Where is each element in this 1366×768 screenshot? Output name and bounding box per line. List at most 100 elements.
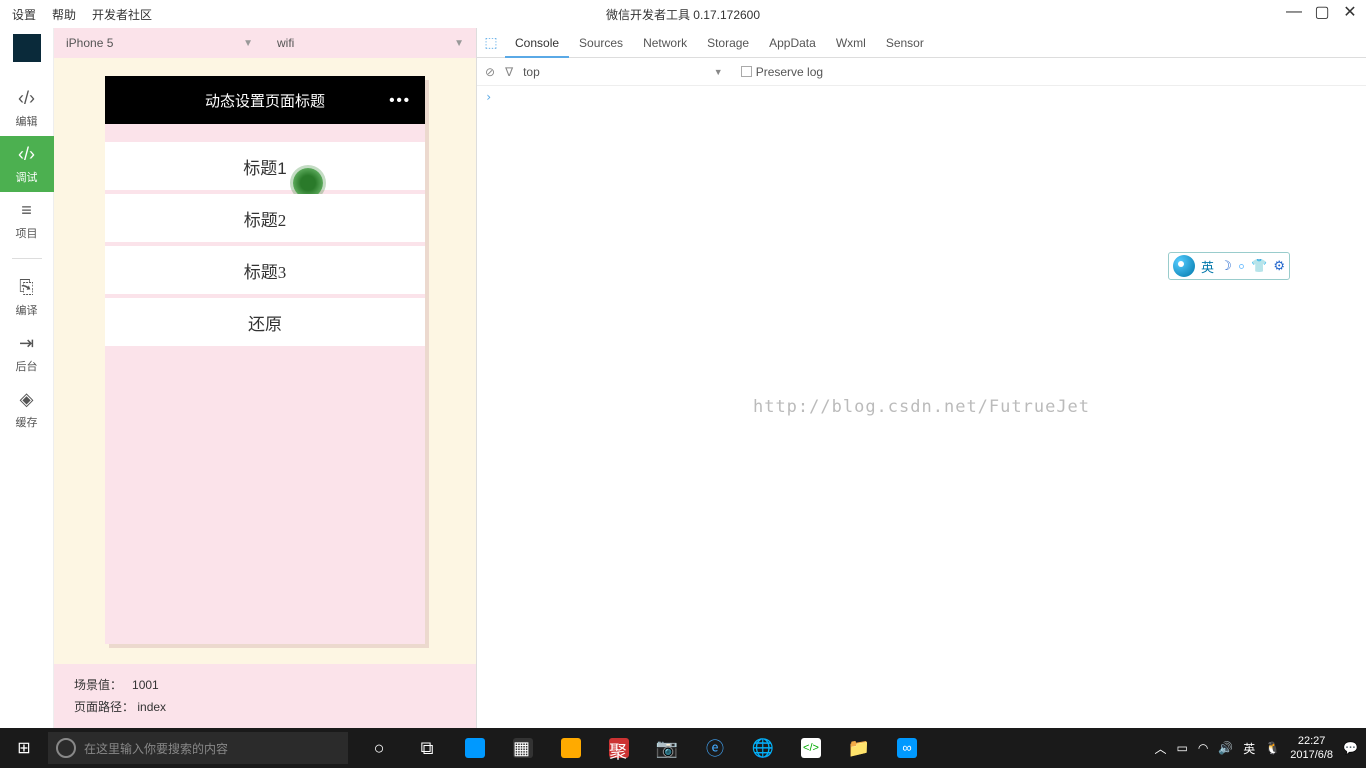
tool-cache[interactable]: ◈ 缓存: [0, 381, 54, 437]
chevron-down-icon: ▼: [714, 67, 723, 77]
close-icon[interactable]: ✕: [1342, 4, 1358, 20]
tab-network[interactable]: Network: [633, 28, 697, 58]
camera-icon[interactable]: 📷: [644, 728, 690, 768]
chevron-down-icon: ▼: [243, 38, 253, 49]
preserve-label: Preserve log: [756, 65, 823, 79]
code-icon: ‹/›: [18, 88, 35, 109]
more-horizontal-icon[interactable]: •••: [389, 92, 411, 109]
list-icon: ≡: [21, 200, 32, 221]
list-item[interactable]: 标题3: [105, 246, 425, 294]
volume-icon[interactable]: 🔊: [1218, 741, 1233, 755]
tab-sources[interactable]: Sources: [569, 28, 633, 58]
tool-label: 编译: [16, 302, 38, 318]
simulator-header: iPhone 5 ▼ wifi ▼: [54, 28, 476, 58]
moon-icon[interactable]: ☽: [1220, 258, 1232, 274]
console-prompt-icon: ›: [485, 90, 492, 104]
search-icon: [56, 738, 76, 758]
inspect-icon[interactable]: ⬚: [477, 34, 505, 51]
device-select[interactable]: iPhone 5 ▼: [54, 28, 265, 58]
tool-project[interactable]: ≡ 项目: [0, 192, 54, 248]
ime-widget[interactable]: 英 ☽ ⸰ 👕 ⚙: [1168, 252, 1290, 280]
tab-wxml[interactable]: Wxml: [826, 28, 876, 58]
scene-value: 1001: [132, 678, 159, 692]
tool-edit[interactable]: ‹/› 编辑: [0, 80, 54, 136]
gear-icon[interactable]: ⚙: [1273, 258, 1285, 274]
scene-label: 场景值：: [74, 678, 122, 692]
taskbar-apps: ○ ⧉ ▦ 聚 📷 ⓔ 🌐 </> 📁 ∞: [356, 728, 930, 768]
taskview-icon[interactable]: ⧉: [404, 728, 450, 768]
tool-label: 缓存: [16, 414, 38, 430]
shirt-icon[interactable]: 👕: [1251, 258, 1267, 274]
app-icon[interactable]: [452, 728, 498, 768]
devtools-panel: ⬚ Console Sources Network Storage AppDat…: [476, 28, 1366, 728]
ime-lang: 英: [1201, 257, 1214, 276]
wifi-icon[interactable]: ◠: [1198, 741, 1208, 755]
simulator-footer: 场景值： 1001 页面路径： index: [54, 664, 476, 728]
notifications-icon[interactable]: 💬: [1343, 741, 1358, 755]
scope-value: top: [523, 65, 540, 79]
tab-storage[interactable]: Storage: [697, 28, 759, 58]
start-button[interactable]: ⊞: [0, 728, 48, 768]
cortana-icon[interactable]: ○: [356, 728, 402, 768]
row-label: 标题1: [243, 154, 286, 179]
ime-mascot-icon: [1173, 255, 1195, 277]
menu-settings[interactable]: 设置: [12, 6, 36, 23]
list-item[interactable]: 标题2: [105, 194, 425, 242]
console-body[interactable]: › http://blog.csdn.net/FutrueJet: [477, 86, 1366, 728]
battery-icon[interactable]: ▭: [1176, 741, 1187, 755]
tray-chevron-icon[interactable]: ︿: [1154, 740, 1166, 757]
app-icon[interactable]: 聚: [596, 728, 642, 768]
tool-background[interactable]: ⇥ 后台: [0, 325, 54, 381]
path-value: index: [137, 700, 166, 714]
network-value: wifi: [277, 36, 294, 50]
background-icon: ⇥: [19, 333, 34, 354]
maximize-icon[interactable]: ▢: [1314, 4, 1330, 20]
simulator-panel: iPhone 5 ▼ wifi ▼ 动态设置页面标题 ••• 标题1: [54, 28, 476, 728]
ime-lang-tray[interactable]: 英: [1243, 740, 1255, 757]
menu-community[interactable]: 开发者社区: [92, 6, 152, 23]
list-item[interactable]: 标题1: [105, 142, 425, 190]
clock-date: 2017/6/8: [1290, 748, 1333, 762]
preserve-log[interactable]: Preserve log: [741, 65, 823, 79]
chrome-icon[interactable]: 🌐: [740, 728, 786, 768]
devtools-app-icon[interactable]: </>: [788, 728, 834, 768]
tab-appdata[interactable]: AppData: [759, 28, 826, 58]
app-logo: [13, 34, 41, 62]
tab-sensor[interactable]: Sensor: [876, 28, 934, 58]
phone-content: 标题1 标题2 标题3 还原: [105, 124, 425, 644]
path-label: 页面路径：: [74, 700, 134, 714]
explorer-icon[interactable]: 📁: [836, 728, 882, 768]
baidu-icon[interactable]: ∞: [884, 728, 930, 768]
watermark-text: http://blog.csdn.net/FutrueJet: [753, 397, 1090, 417]
taskbar-search[interactable]: 在这里输入你要搜索的内容: [48, 732, 348, 764]
code-icon: ‹/›: [18, 144, 35, 165]
clock[interactable]: 22:27 2017/6/8: [1290, 734, 1333, 762]
chevron-down-icon: ▼: [454, 38, 464, 49]
tray-app-icon[interactable]: 🐧: [1265, 741, 1280, 755]
filter-icon[interactable]: ∇: [505, 65, 513, 79]
list-item[interactable]: 还原: [105, 298, 425, 346]
minimize-icon[interactable]: —: [1286, 4, 1302, 20]
calculator-icon[interactable]: ▦: [500, 728, 546, 768]
tool-debug[interactable]: ‹/› 调试: [0, 136, 54, 192]
app-icon[interactable]: [548, 728, 594, 768]
clear-icon[interactable]: ⊘: [485, 65, 495, 79]
search-placeholder: 在这里输入你要搜索的内容: [84, 740, 228, 757]
simulator-body: 动态设置页面标题 ••• 标题1 标题2 标题3 还原: [54, 58, 476, 664]
console-filter-bar: ⊘ ∇ top ▼ Preserve log: [477, 58, 1366, 86]
tab-console[interactable]: Console: [505, 28, 569, 58]
checkbox-icon[interactable]: [741, 66, 752, 77]
network-select[interactable]: wifi ▼: [265, 28, 476, 58]
device-value: iPhone 5: [66, 36, 113, 50]
tool-label: 项目: [16, 225, 38, 241]
tool-label: 调试: [16, 169, 38, 185]
separator: [12, 258, 42, 259]
tool-compile[interactable]: ⎘ 编译: [0, 269, 54, 325]
menu-help[interactable]: 帮助: [52, 6, 76, 23]
edge-icon[interactable]: ⓔ: [692, 728, 738, 768]
window-controls: — ▢ ✕: [1286, 4, 1358, 20]
compile-icon: ⎘: [19, 277, 33, 298]
system-tray: ︿ ▭ ◠ 🔊 英 🐧 22:27 2017/6/8 💬: [1154, 734, 1366, 762]
scope-select[interactable]: top: [523, 65, 544, 79]
sparkle-icon[interactable]: ⸰: [1238, 257, 1245, 275]
